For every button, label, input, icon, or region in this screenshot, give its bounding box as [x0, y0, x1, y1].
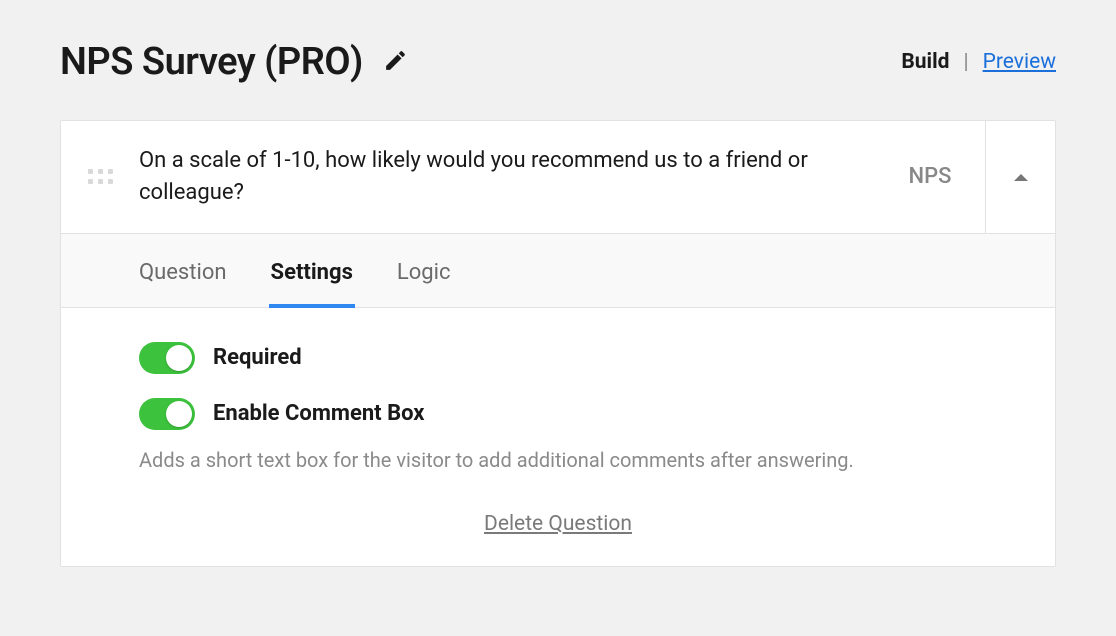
- delete-question-button[interactable]: Delete Question: [484, 512, 632, 536]
- comment-box-label: Enable Comment Box: [213, 401, 425, 426]
- required-label: Required: [213, 345, 302, 370]
- preview-mode-link[interactable]: Preview: [983, 50, 1056, 74]
- settings-panel: Required Enable Comment Box Adds a short…: [61, 308, 1055, 566]
- title-wrap: NPS Survey (PRO): [60, 40, 408, 84]
- drag-handle-icon[interactable]: [61, 121, 139, 233]
- comment-box-setting-row: Enable Comment Box: [139, 398, 977, 430]
- delete-wrap: Delete Question: [139, 512, 977, 536]
- edit-title-icon[interactable]: [383, 48, 408, 77]
- comment-box-toggle[interactable]: [139, 398, 195, 430]
- question-text: On a scale of 1-10, how likely would you…: [139, 121, 875, 233]
- build-mode-button[interactable]: Build: [901, 50, 949, 74]
- collapse-button[interactable]: [985, 121, 1055, 233]
- tabs-bar: Question Settings Logic: [61, 234, 1055, 308]
- mode-switch: Build | Preview: [901, 50, 1056, 74]
- survey-title: NPS Survey (PRO): [60, 40, 363, 84]
- page-header: NPS Survey (PRO) Build | Preview: [60, 40, 1056, 84]
- mode-divider: |: [963, 50, 968, 74]
- tab-settings[interactable]: Settings: [271, 234, 353, 307]
- question-card: On a scale of 1-10, how likely would you…: [60, 120, 1056, 567]
- required-toggle[interactable]: [139, 342, 195, 374]
- required-setting-row: Required: [139, 342, 977, 374]
- tab-question[interactable]: Question: [139, 234, 227, 307]
- comment-box-description: Adds a short text box for the visitor to…: [139, 448, 977, 472]
- question-header-row: On a scale of 1-10, how likely would you…: [61, 121, 1055, 234]
- question-type-label: NPS: [875, 121, 985, 233]
- chevron-up-icon: [1013, 172, 1029, 182]
- tab-logic[interactable]: Logic: [397, 234, 451, 307]
